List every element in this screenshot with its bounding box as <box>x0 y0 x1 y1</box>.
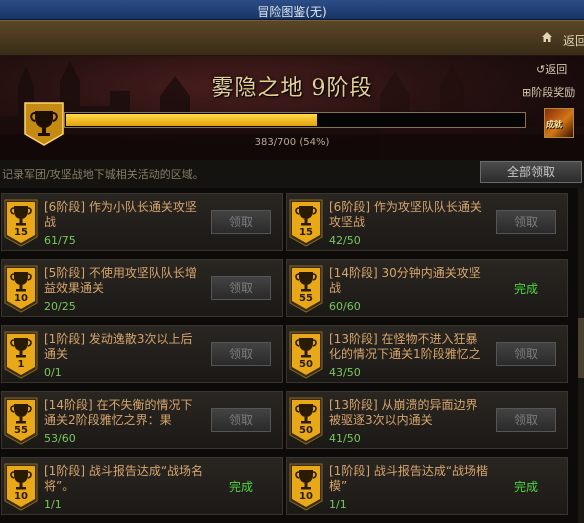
stage-progress-fill <box>66 114 317 126</box>
achievement-progress: 53/60 <box>44 432 76 445</box>
claim-button[interactable]: 领取 <box>496 408 556 432</box>
stage-reward-button[interactable]: ⊞阶段奖励 <box>522 84 575 100</box>
claim-all-button[interactable]: 全部领取 <box>480 161 582 183</box>
achievement-text: [6阶段] 作为小队长通关攻坚战 <box>44 200 197 229</box>
achievement-trophy <box>289 397 323 445</box>
achievement-card: 50 [13阶段] 在怪物不进入狂暴化的情况下通关1阶段雅忆之 43/50 领取 <box>286 325 568 383</box>
window-title: 冒险图鉴(无) <box>257 5 327 19</box>
trophy-badge-icon <box>4 265 38 313</box>
claim-button[interactable]: 领取 <box>211 276 271 300</box>
scrollbar-thumb[interactable] <box>578 318 584 378</box>
completed-status: 完成 <box>228 480 253 494</box>
achievement-progress: 1/1 <box>44 498 62 511</box>
achievement-trophy <box>4 331 38 379</box>
achievement-level: 15 <box>14 227 28 238</box>
achievement-level: 10 <box>299 491 313 502</box>
achievement-level: 50 <box>299 425 313 436</box>
stage-banner: 雾隐之地 9阶段 ↺返回 ⊞阶段奖励 383/700 (54%) 成就 <box>0 56 584 160</box>
claim-button[interactable]: 领取 <box>496 342 556 366</box>
achievement-card: 55 [14阶段] 30分钟内通关攻坚战 60/60 完成 <box>286 259 568 317</box>
achievement-level: 15 <box>299 227 313 238</box>
achievement-level: 1 <box>17 359 25 370</box>
achievement-card: 15 [6阶段] 作为小队长通关攻坚战 61/75 领取 <box>1 193 283 251</box>
achievement-level: 55 <box>299 293 313 304</box>
achievement-progress: 42/50 <box>329 234 361 247</box>
achievement-level: 50 <box>299 359 313 370</box>
stage-title: 雾隐之地 9阶段 <box>211 76 373 101</box>
achievement-progress: 0/1 <box>44 366 62 379</box>
achievement-trophy <box>4 463 38 511</box>
achievement-list: 15 [6阶段] 作为小队长通关攻坚战 61/75 领取 15 [6阶段] 作为攻坚队队长… <box>0 188 584 523</box>
description-bar: 记录军团/攻坚战地下城相关活动的区域。 全部领取 <box>0 160 584 188</box>
banner-back-label: 返回 <box>545 63 568 76</box>
achievement-trophy <box>4 265 38 313</box>
achievement-card: 50 [13阶段] 从崩溃的异面边界被驱逐3次以内通关 41/50 领取 <box>286 391 568 449</box>
achievement-text: [5阶段] 不使用攻坚队队长增益效果通关 <box>44 266 197 295</box>
claim-button[interactable]: 领取 <box>211 210 271 234</box>
achievement-trophy <box>289 265 323 313</box>
achievement-level: 55 <box>14 425 28 436</box>
achievement-progress: 60/60 <box>329 300 361 313</box>
completed-status: 完成 <box>513 480 538 494</box>
stage-progress-text: 383/700 (54%) <box>254 137 330 148</box>
reward-badge-label: 成就 <box>546 120 562 129</box>
achievement-text: [1阶段] 战斗报告达成“战场名将”。 <box>44 464 204 493</box>
nav-back-button[interactable]: 返回 <box>563 32 584 49</box>
stage-reward-label: 阶段奖励 <box>531 86 576 99</box>
trophy-badge-icon <box>289 397 323 445</box>
claim-button[interactable]: 领取 <box>496 210 556 234</box>
achievement-level: 10 <box>14 293 28 304</box>
achievement-level: 10 <box>14 491 28 502</box>
achievement-trophy <box>289 331 323 379</box>
achievement-text: [13阶段] 在怪物不进入狂暴化的情况下通关1阶段雅忆之 <box>329 332 481 361</box>
trophy-badge-icon <box>289 331 323 379</box>
achievement-text: [14阶段] 30分钟内通关攻坚战 <box>329 266 481 295</box>
claim-button[interactable]: 领取 <box>211 342 271 366</box>
achievement-card: 10 [1阶段] 战斗报告达成“战场名将”。 1/1 完成 <box>1 457 283 515</box>
achievement-trophy <box>4 199 38 247</box>
trophy-badge-icon <box>4 397 38 445</box>
trophy-badge-icon <box>289 199 323 247</box>
achievement-card: 15 [6阶段] 作为攻坚队队长通关攻坚战 42/50 领取 <box>286 193 568 251</box>
achievement-text: [1阶段] 战斗报告达成“战场楷模” <box>329 464 489 493</box>
window-titlebar: 冒险图鉴(无) <box>0 0 584 20</box>
banner-back-button[interactable]: ↺返回 <box>536 61 567 77</box>
achievement-text: [1阶段] 发动逸散3次以上后通关 <box>44 332 193 361</box>
achievement-trophy <box>289 463 323 511</box>
trophy-badge-icon <box>4 199 38 247</box>
trophy-badge-icon <box>4 331 38 379</box>
list-scrollbar[interactable] <box>578 188 584 523</box>
stage-reward-badge[interactable]: 成就 <box>544 108 574 138</box>
claim-button[interactable]: 领取 <box>211 408 271 432</box>
stage-progress-bar <box>64 112 526 128</box>
top-nav-bar: 返回 <box>0 20 584 56</box>
achievement-text: [13阶段] 从崩溃的异面边界被驱逐3次以内通关 <box>329 398 478 427</box>
achievement-progress: 43/50 <box>329 366 361 379</box>
achievement-progress: 61/75 <box>44 234 76 247</box>
achievement-card: 55 [14阶段] 在不失衡的情况下通关2阶段雅忆之界：果 53/60 领取 <box>1 391 283 449</box>
achievement-progress: 1/1 <box>329 498 347 511</box>
trophy-badge-icon <box>4 463 38 511</box>
achievement-trophy <box>289 199 323 247</box>
trophy-badge-icon <box>289 463 323 511</box>
achievement-text: [6阶段] 作为攻坚队队长通关攻坚战 <box>329 200 482 229</box>
achievement-trophy <box>4 397 38 445</box>
trophy-badge-icon <box>289 265 323 313</box>
achievement-progress: 20/25 <box>44 300 76 313</box>
home-icon[interactable] <box>541 31 553 43</box>
achievement-card: 10 [1阶段] 战斗报告达成“战场楷模” 1/1 完成 <box>286 457 568 515</box>
completed-status: 完成 <box>513 282 538 296</box>
achievement-text: [14阶段] 在不失衡的情况下通关2阶段雅忆之界：果 <box>44 398 193 427</box>
achievement-card: 1 [1阶段] 发动逸散3次以上后通关 0/1 领取 <box>1 325 283 383</box>
achievement-card: 10 [5阶段] 不使用攻坚队队长增益效果通关 20/25 领取 <box>1 259 283 317</box>
achievement-progress: 41/50 <box>329 432 361 445</box>
area-description: 记录军团/攻坚战地下城相关活动的区域。 <box>2 168 204 181</box>
